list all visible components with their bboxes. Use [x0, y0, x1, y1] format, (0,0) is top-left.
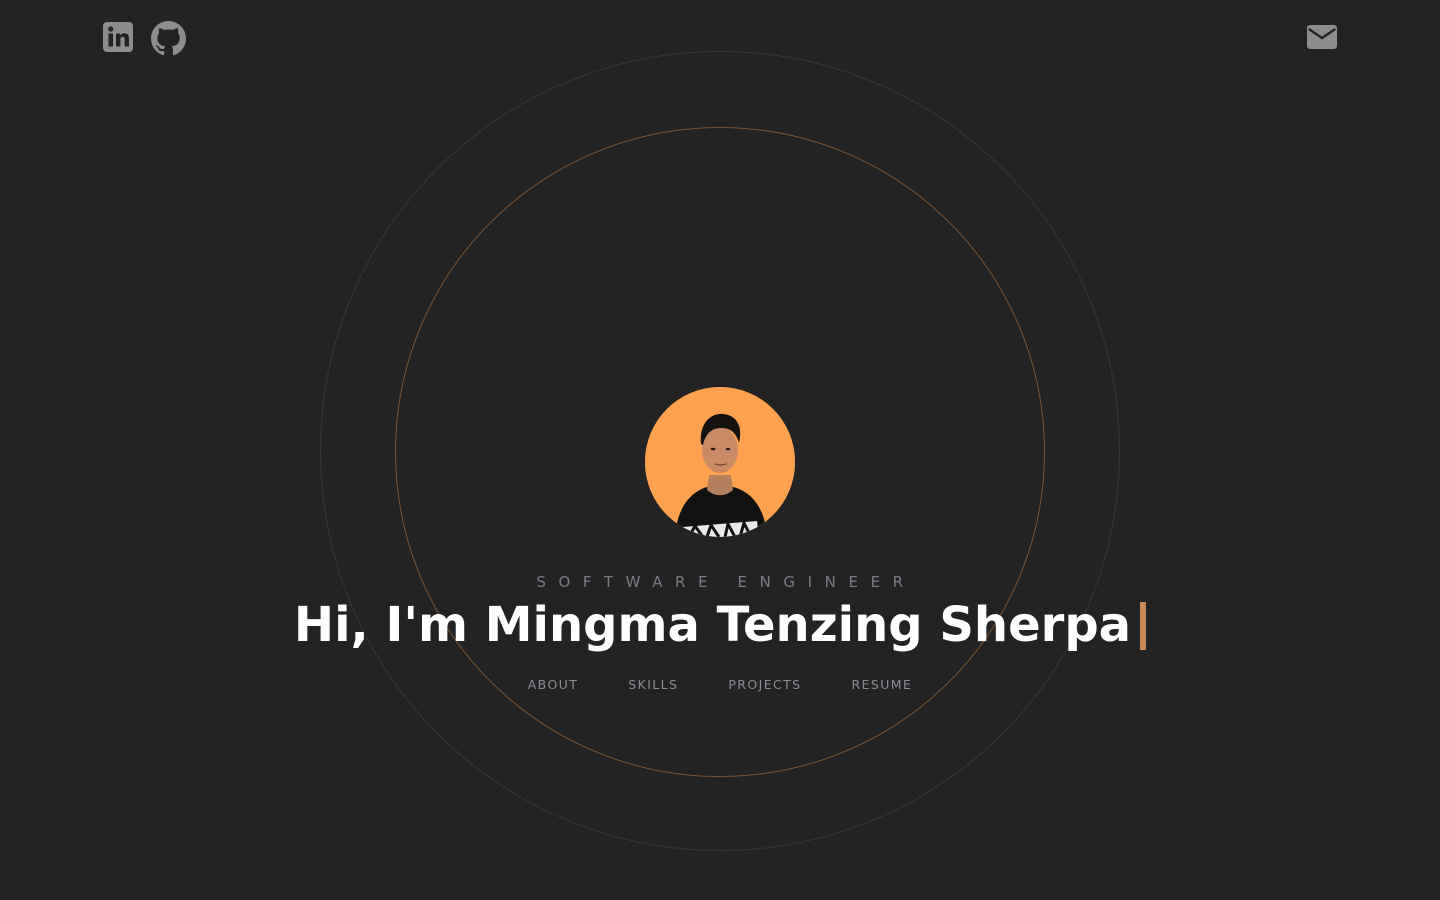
headline-text: Hi, I'm Mingma Tenzing Sherpa	[293, 597, 1132, 653]
nav-skills[interactable]: SKILLS	[628, 676, 678, 694]
mail-icon	[1307, 25, 1337, 49]
nav-resume[interactable]: RESUME	[852, 676, 913, 694]
typing-cursor	[1140, 602, 1147, 650]
hero-page: SOFTWARE ENGINEER Hi, I'm Mingma Tenzing…	[0, 0, 1440, 900]
main-nav: ABOUT SKILLS PROJECTS RESUME	[0, 676, 1440, 694]
job-title: SOFTWARE ENGINEER	[536, 573, 916, 591]
profile-photo-illustration	[645, 387, 795, 537]
nav-projects[interactable]: PROJECTS	[728, 676, 801, 694]
nav-about[interactable]: ABOUT	[528, 676, 579, 694]
linkedin-link[interactable]	[102, 21, 134, 53]
hero-headline: Hi, I'm Mingma Tenzing Sherpa	[0, 596, 1440, 654]
email-link[interactable]	[1305, 21, 1339, 53]
github-icon	[151, 21, 186, 56]
github-link[interactable]	[151, 21, 186, 56]
linkedin-icon	[103, 22, 133, 52]
profile-avatar	[645, 387, 795, 537]
